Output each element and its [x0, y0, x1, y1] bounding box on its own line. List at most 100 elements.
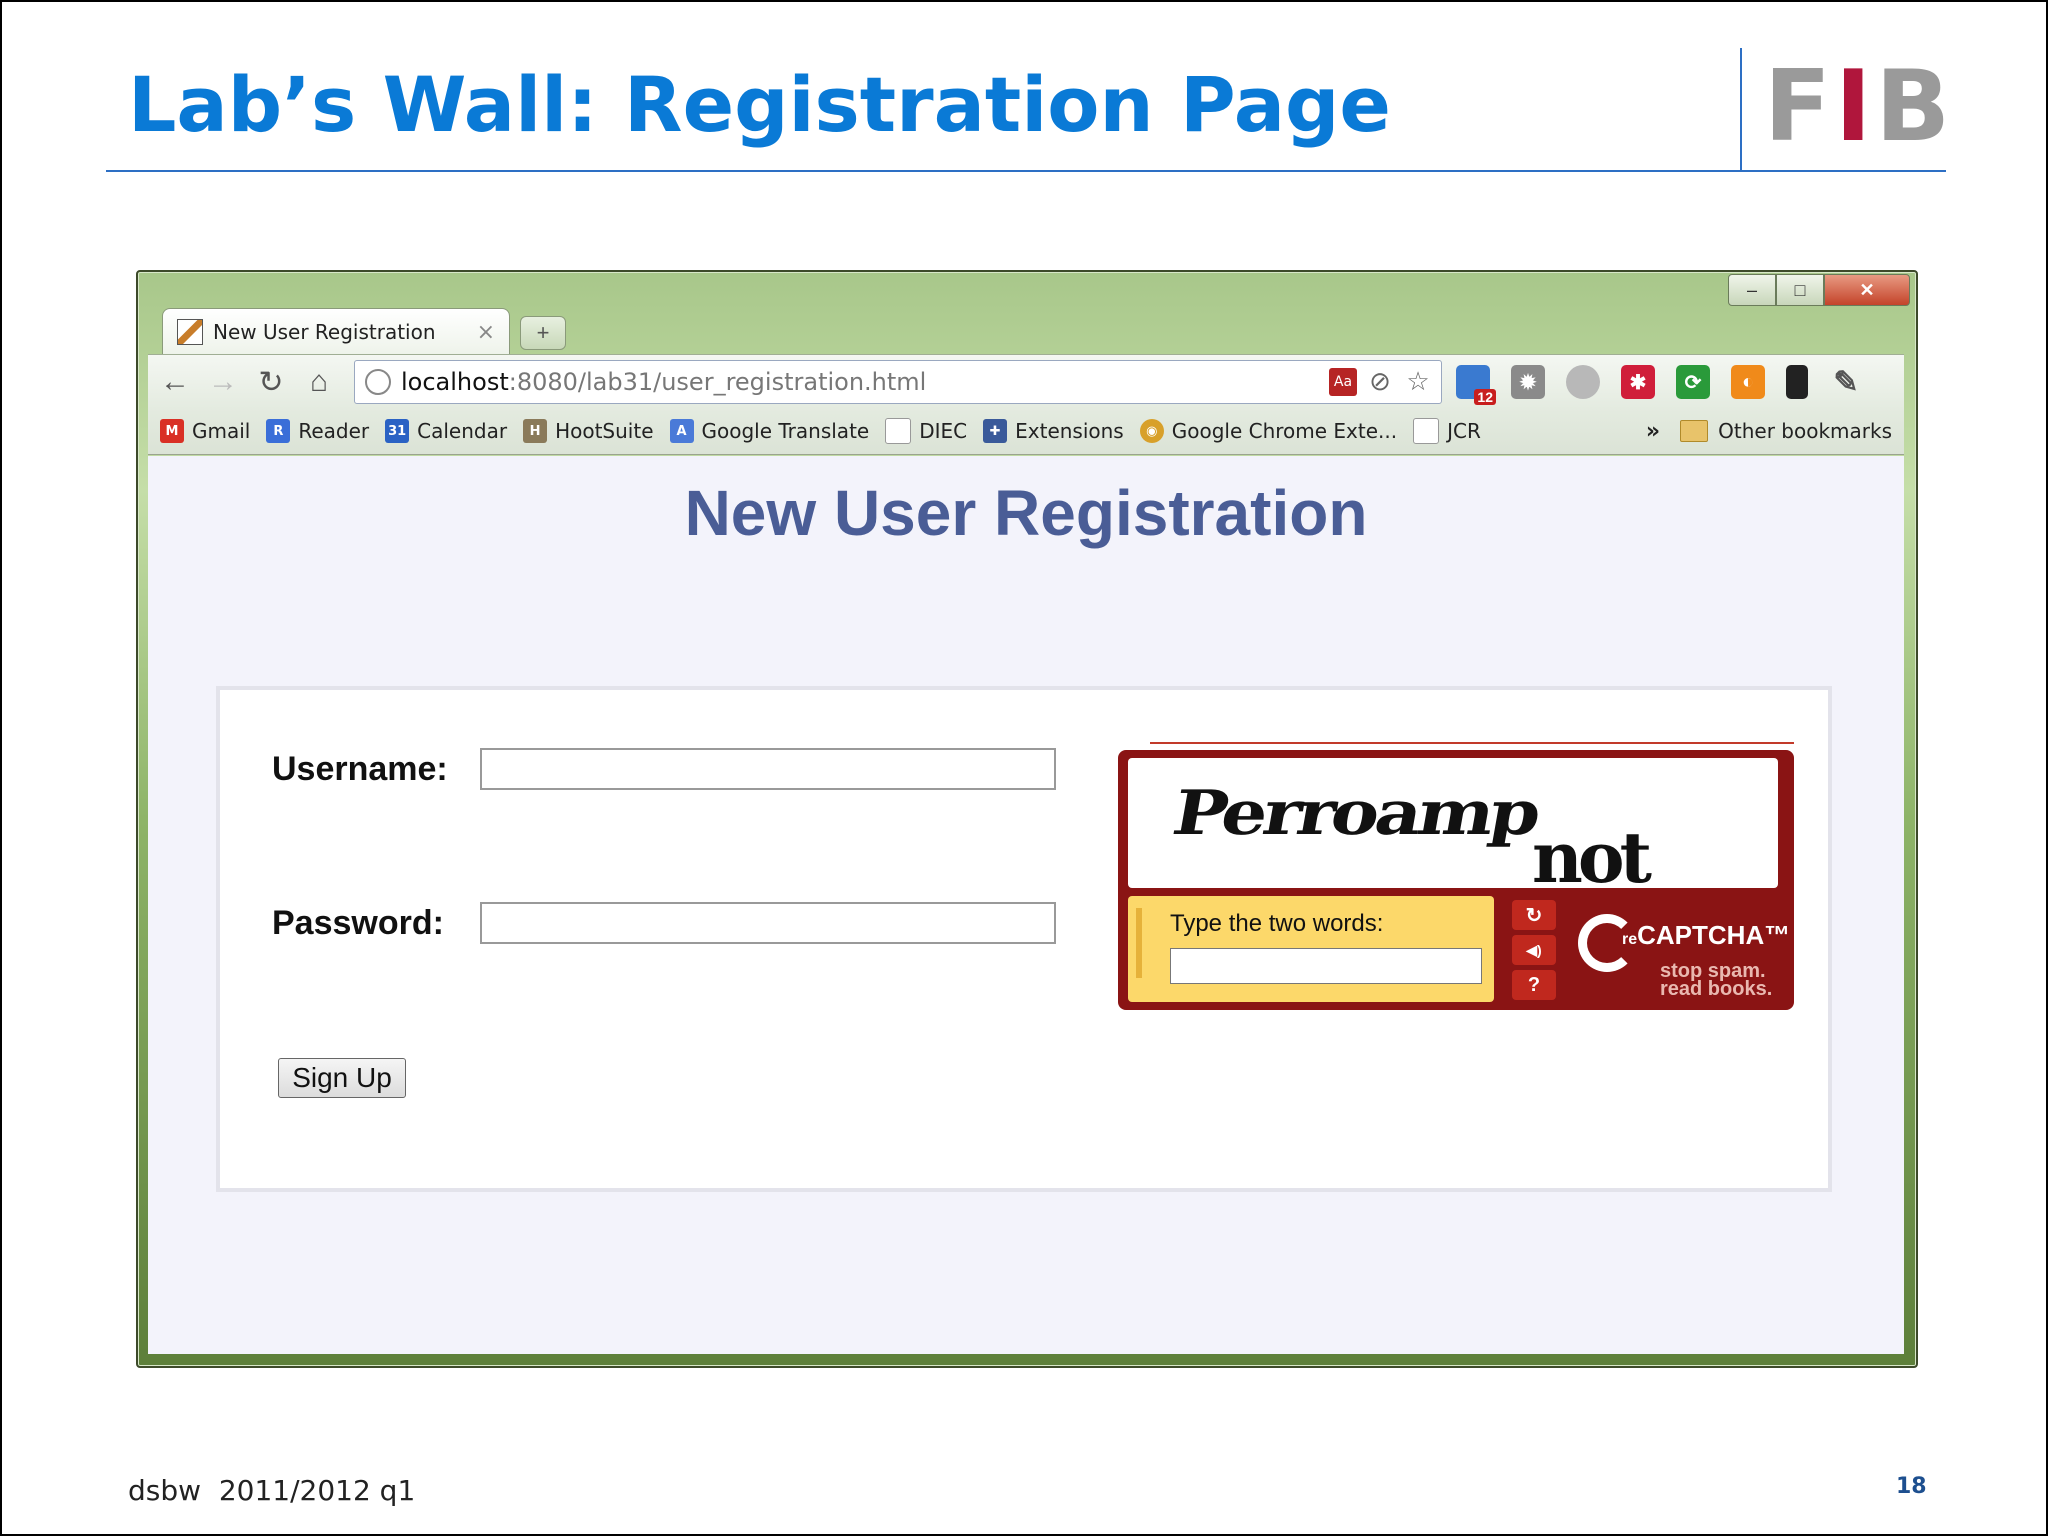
bookmark-label: Google Translate: [701, 419, 870, 443]
tab-label: New User Registration: [213, 320, 436, 344]
bookmark-label: Reader: [298, 419, 370, 443]
page-icon: [885, 418, 912, 444]
recaptcha-tagline-2: read books.: [1660, 978, 1773, 1000]
home-button[interactable]: ⌂: [298, 361, 340, 403]
recaptcha-top-line: [1150, 742, 1794, 744]
captcha-word-2: not: [1532, 816, 1652, 888]
forward-arrow-icon: →: [208, 365, 238, 398]
new-tab-button[interactable]: +: [520, 316, 566, 350]
page-heading: New User Registration: [684, 477, 1368, 549]
globe-icon: [365, 369, 391, 395]
other-bookmarks-label: Other bookmarks: [1718, 419, 1892, 443]
forward-button[interactable]: →: [202, 361, 244, 403]
password-label: Password:: [272, 904, 444, 942]
bookmark-calendar[interactable]: 31 Calendar: [385, 419, 507, 443]
reader-icon: R: [266, 419, 291, 443]
audio-captcha-icon[interactable]: ◀): [1512, 935, 1556, 965]
address-host: localhost: [401, 368, 509, 396]
tab-close-icon[interactable]: ×: [477, 320, 495, 345]
sync-extension-icon[interactable]: ⟳: [1676, 365, 1710, 399]
rss-extension-icon[interactable]: 12: [1456, 365, 1496, 405]
bookmark-label: DIEC: [919, 419, 968, 443]
recaptcha-widget: Perroamp not Type the two words: ↻ ◀) ?: [1118, 742, 1794, 1010]
bookmark-label: Gmail: [192, 419, 251, 443]
fib-logo: FIB: [1764, 50, 1955, 164]
bookmarks-bar: M Gmail R Reader 31 Calendar H HootSuite A Go…: [148, 408, 1904, 455]
home-icon: ⌂: [309, 365, 329, 398]
reload-icon: ↻: [258, 365, 284, 399]
window-controls: – □ ✕: [1728, 274, 1910, 306]
calendar-icon: 31: [385, 419, 410, 443]
rss-badge: 12: [1474, 389, 1496, 405]
browser-toolbar: ← → ↻ ⌂ localhost:8080/lab31/user_regist…: [148, 354, 1904, 409]
captcha-response-input[interactable]: [1170, 948, 1482, 984]
footer-course: dsbw 2011/2012 q1: [128, 1474, 416, 1507]
bookmark-star-icon[interactable]: ☆: [1403, 367, 1433, 397]
bookmark-diec[interactable]: DIEC: [885, 418, 967, 444]
captcha-input-area: Type the two words:: [1128, 896, 1494, 1002]
phone-extension-icon[interactable]: [1786, 365, 1808, 399]
blank-page-icon: [1413, 418, 1440, 444]
recaptcha-brand-prefix: re: [1622, 931, 1638, 948]
slide: Lab’s Wall: Registration Page FIB – □ ✕ …: [0, 0, 2048, 1536]
bookmark-gmail[interactable]: M Gmail: [160, 419, 250, 443]
hootsuite-icon: H: [523, 419, 548, 443]
translate-icon: A: [669, 419, 694, 443]
wrench-icon[interactable]: ✎: [1829, 365, 1863, 399]
arrow-icon: [1136, 908, 1142, 978]
other-bookmarks[interactable]: Other bookmarks: [1680, 419, 1892, 443]
bookmark-label: Google Chrome Exte...: [1171, 419, 1398, 443]
captcha-word-1: Perroamp: [1167, 776, 1544, 849]
reload-button[interactable]: ↻: [250, 361, 292, 403]
minimize-button[interactable]: –: [1728, 274, 1776, 306]
logo-letter-b: B: [1875, 50, 1955, 164]
address-bar[interactable]: localhost:8080/lab31/user_registration.h…: [354, 360, 1442, 404]
logo-letter-f: F: [1764, 50, 1835, 164]
folder-icon: [1680, 420, 1709, 442]
bookmark-google-translate[interactable]: A Google Translate: [669, 419, 870, 443]
page-viewport: New User Registration Username: Password…: [148, 456, 1904, 1354]
gmail-icon: M: [160, 419, 184, 443]
logo-letter-i: I: [1834, 50, 1876, 164]
sign-up-button[interactable]: Sign Up: [278, 1058, 406, 1098]
registration-form: Username: Password: Sign Up Perroamp not…: [216, 686, 1832, 1192]
orange-extension-icon[interactable]: ◐: [1731, 365, 1765, 399]
bookmark-chrome-extensions[interactable]: ◉ Google Chrome Exte...: [1139, 419, 1398, 443]
refresh-captcha-icon[interactable]: ↻: [1512, 900, 1556, 930]
puzzle-icon: ✚: [983, 419, 1008, 443]
captcha-prompt: Type the two words:: [1170, 910, 1384, 937]
maximize-button[interactable]: □: [1776, 274, 1824, 306]
captcha-controls: ↻ ◀) ?: [1512, 900, 1560, 1000]
bookmark-label: Calendar: [417, 419, 508, 443]
blocked-icon[interactable]: ⊘: [1365, 367, 1395, 397]
bookmark-hootsuite[interactable]: H HootSuite: [523, 419, 654, 443]
bookmarks-overflow-button[interactable]: »: [1646, 419, 1660, 444]
bookmark-reader[interactable]: R Reader: [266, 419, 369, 443]
password-input[interactable]: [480, 902, 1056, 944]
bookmark-label: Extensions: [1015, 419, 1124, 443]
recaptcha-logo: reCAPTCHA™ stop spam. read books.: [1572, 898, 1790, 1002]
page-number: 18: [1896, 1474, 1927, 1499]
close-window-button[interactable]: ✕: [1824, 274, 1910, 306]
bookmark-extensions[interactable]: ✚ Extensions: [983, 419, 1124, 443]
gear-extension-icon[interactable]: ✹: [1511, 365, 1545, 399]
bookmark-jcr[interactable]: JCR: [1413, 418, 1481, 444]
help-captcha-icon[interactable]: ?: [1512, 970, 1556, 1000]
recaptcha-brand-name: CAPTCHA™: [1637, 920, 1791, 950]
captcha-image: Perroamp not: [1128, 758, 1778, 888]
username-input[interactable]: [480, 748, 1056, 790]
favicon-icon: [177, 319, 203, 345]
recaptcha-brand: reCAPTCHA™: [1622, 920, 1790, 951]
back-button[interactable]: ←: [154, 361, 196, 403]
back-arrow-icon: ←: [160, 365, 190, 398]
tab-new-user-registration[interactable]: New User Registration ×: [162, 308, 510, 355]
browser-window: – □ ✕ New User Registration × + ← → ↻ ⌂ …: [136, 270, 1918, 1368]
bookmark-label: JCR: [1447, 419, 1481, 443]
chrome-icon: ◉: [1139, 419, 1164, 443]
title-divider: [106, 170, 1946, 172]
slide-title: Lab’s Wall: Registration Page: [128, 60, 1391, 149]
globe-extension-icon[interactable]: [1566, 365, 1600, 399]
dictionary-icon[interactable]: Aa: [1329, 368, 1357, 396]
asterisk-extension-icon[interactable]: ✱: [1621, 365, 1655, 399]
username-label: Username:: [272, 750, 448, 788]
